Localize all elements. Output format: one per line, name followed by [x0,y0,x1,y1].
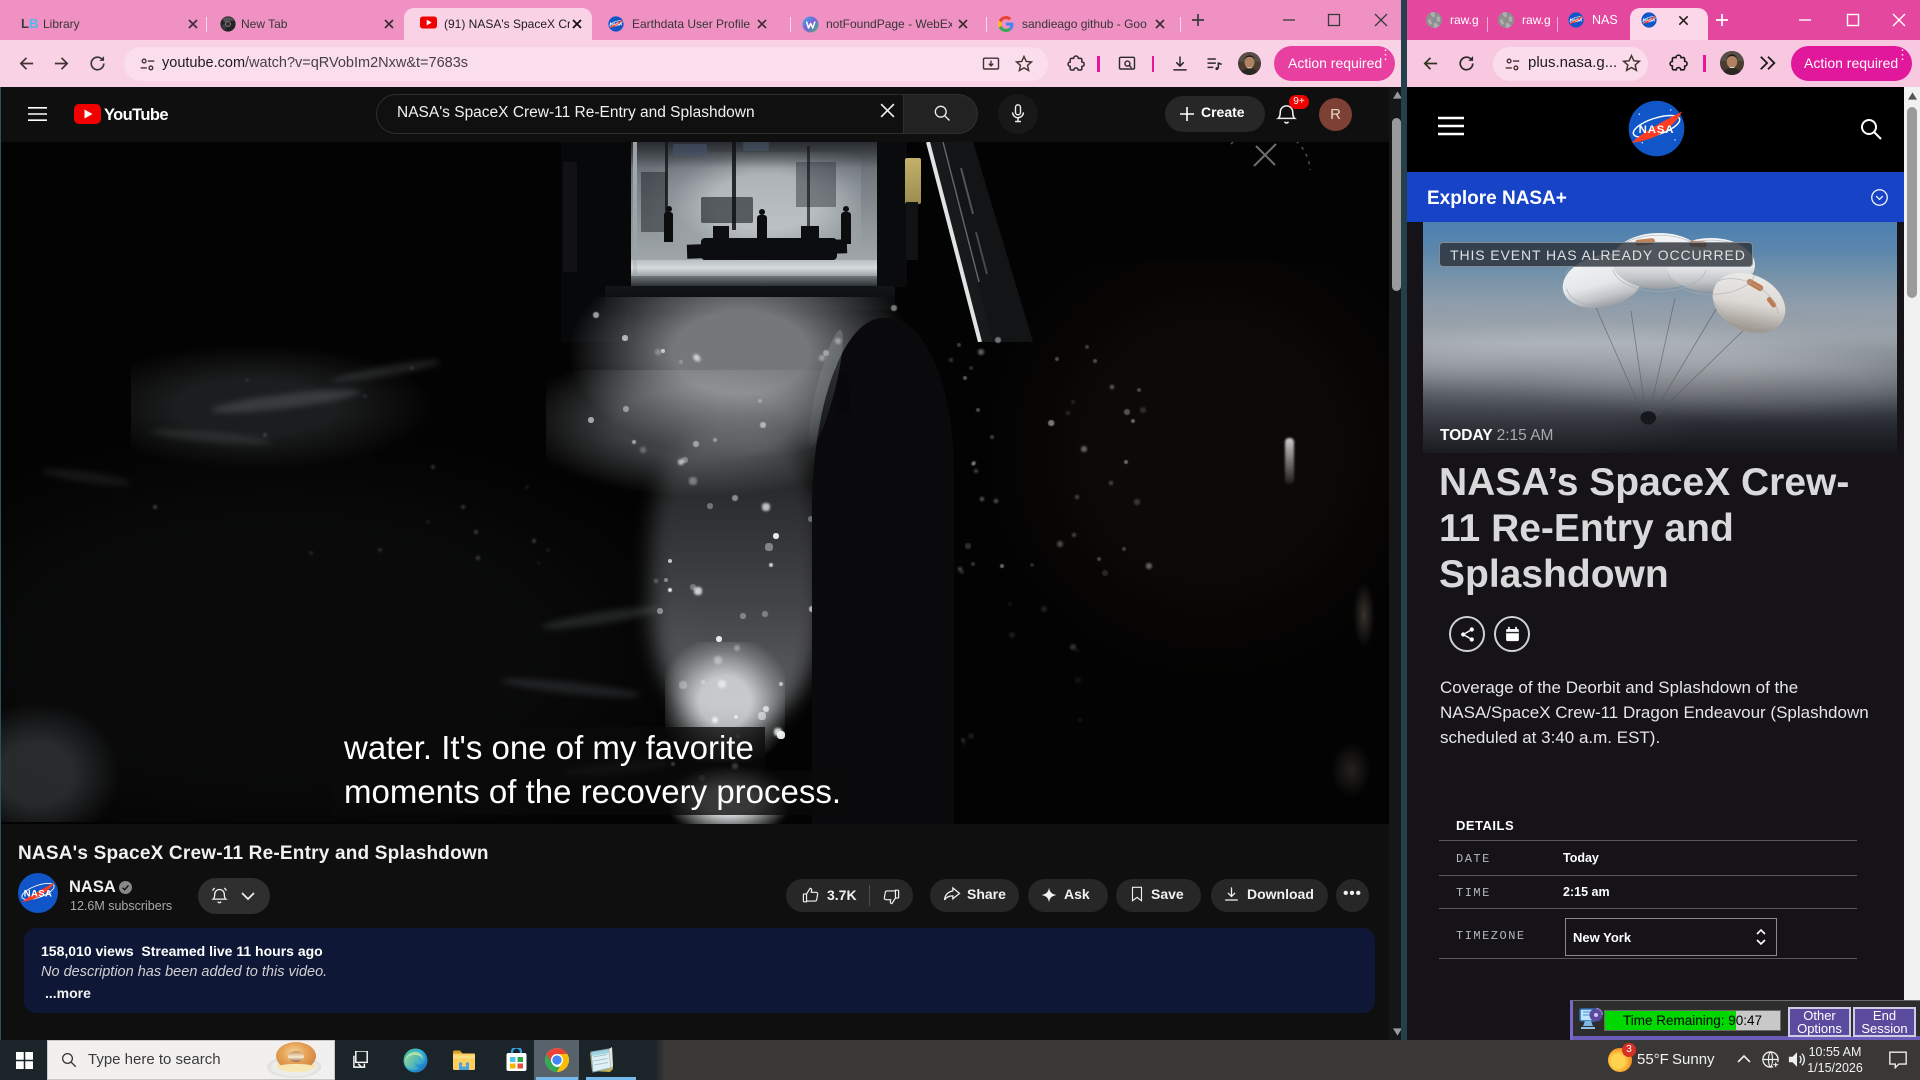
svg-text:YouTube: YouTube [104,106,168,124]
svg-text:NASA: NASA [610,22,623,27]
svg-text:NASA: NASA [1643,18,1656,23]
svg-text:NASA: NASA [24,889,53,900]
svg-text:NASA: NASA [1639,124,1675,136]
svg-text:NASA: NASA [1570,18,1583,23]
